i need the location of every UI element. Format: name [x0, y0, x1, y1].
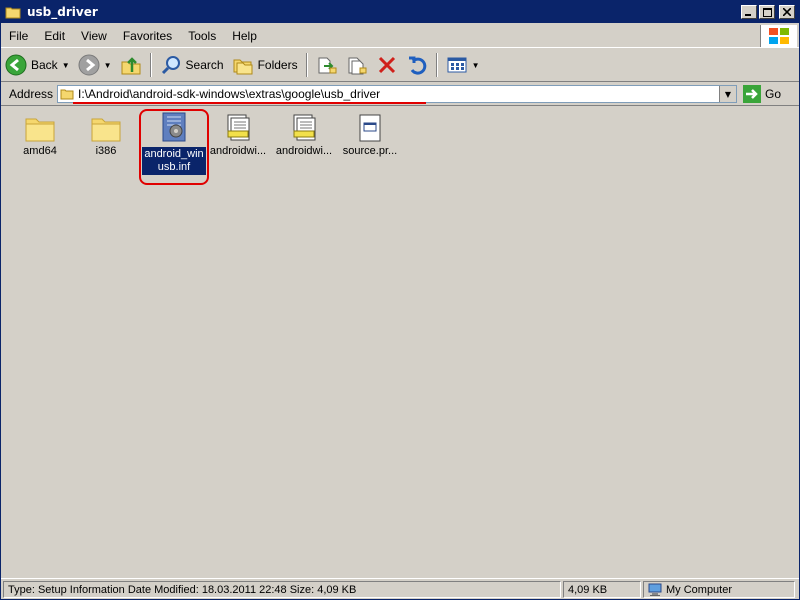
delete-button[interactable]	[372, 51, 402, 79]
file-item-amd64[interactable]: amd64	[5, 113, 75, 158]
menu-view[interactable]: View	[73, 29, 115, 43]
go-label: Go	[765, 87, 782, 101]
window-title: usb_driver	[27, 5, 98, 19]
address-label: Address	[9, 87, 54, 101]
up-folder-button[interactable]	[116, 51, 146, 79]
views-button[interactable]: ▼	[442, 51, 484, 79]
menu-edit[interactable]: Edit	[36, 29, 73, 43]
maximize-icon	[762, 7, 772, 17]
toolbar-separator	[149, 53, 152, 77]
address-input[interactable]: I:\Android\android-sdk-windows\extras\go…	[57, 85, 737, 104]
folders-button[interactable]: Folders	[228, 51, 302, 79]
folder-icon	[91, 118, 121, 142]
move-to-button[interactable]	[312, 51, 342, 79]
undo-icon	[408, 56, 426, 75]
file-name: i386	[95, 145, 117, 157]
address-bar: Address I:\Android\android-sdk-windows\e…	[1, 83, 799, 106]
menu-file[interactable]: File	[1, 29, 36, 43]
installer-icon	[227, 114, 250, 141]
menu-favorites[interactable]: Favorites	[115, 29, 180, 43]
folder-icon	[60, 89, 74, 100]
address-path: I:\Android\android-sdk-windows\extras\go…	[78, 87, 381, 101]
folder-icon	[5, 7, 21, 19]
toolbar-separator	[435, 53, 438, 77]
file-item-i386[interactable]: i386	[71, 113, 141, 158]
folders-icon	[233, 59, 253, 75]
back-dropdown-icon[interactable]: ▼	[62, 61, 70, 70]
copy-to-button[interactable]	[342, 51, 372, 79]
folders-label: Folders	[257, 58, 298, 72]
menu-tools[interactable]: Tools	[180, 29, 224, 43]
windows-logo-icon	[760, 25, 797, 47]
back-arrow-icon	[5, 54, 27, 76]
forward-dropdown-icon[interactable]: ▼	[104, 61, 112, 70]
delete-icon	[378, 56, 395, 74]
search-icon	[161, 56, 180, 75]
file-name-selected: android_win usb.inf	[142, 147, 206, 175]
forward-arrow-icon	[78, 54, 100, 76]
file-name: androidwi...	[275, 145, 333, 157]
go-arrow-icon	[743, 85, 761, 103]
up-folder-icon	[121, 57, 141, 75]
undo-button[interactable]	[402, 51, 432, 79]
minimize-button[interactable]	[741, 5, 757, 19]
toolbar-separator	[305, 53, 308, 77]
status-size: 4,09 KB	[563, 581, 641, 598]
close-button[interactable]	[779, 5, 795, 19]
go-button[interactable]: Go	[743, 85, 781, 103]
standard-toolbar: Back ▼ ▼ Search Folders ▼	[1, 49, 799, 82]
folder-icon	[25, 118, 55, 142]
search-label: Search	[185, 58, 224, 72]
status-zone: My Computer	[643, 581, 795, 598]
installer-icon	[293, 114, 316, 141]
move-to-icon	[318, 57, 337, 74]
computer-icon	[648, 583, 662, 596]
views-dropdown-icon[interactable]: ▼	[472, 61, 480, 70]
menu-help[interactable]: Help	[224, 29, 265, 43]
views-icon	[447, 57, 467, 73]
file-item-androidwi-2[interactable]: androidwi...	[269, 113, 339, 158]
minimize-icon	[745, 14, 751, 16]
back-button[interactable]: Back ▼	[1, 51, 74, 79]
file-name: source.pr...	[342, 145, 398, 157]
maximize-button[interactable]	[759, 5, 775, 19]
address-annotation-underline	[73, 102, 426, 104]
search-button[interactable]: Search	[156, 51, 228, 79]
status-zone-label: My Computer	[666, 583, 733, 596]
setup-info-icon	[162, 112, 186, 142]
menu-bar: File Edit View Favorites Tools Help	[1, 25, 799, 48]
status-info: Type: Setup Information Date Modified: 1…	[3, 581, 561, 598]
file-name: androidwi...	[209, 145, 267, 157]
address-dropdown-icon[interactable]: ▼	[719, 86, 736, 102]
status-bar: Type: Setup Information Date Modified: 1…	[1, 578, 799, 600]
file-name: amd64	[23, 145, 57, 157]
back-label: Back	[31, 58, 58, 72]
file-view[interactable]: amd64 i386 android_win usb.inf androidwi…	[3, 107, 799, 577]
copy-to-icon	[348, 57, 367, 75]
file-item-source-properties[interactable]: source.pr...	[335, 113, 405, 158]
close-icon	[783, 8, 791, 16]
file-item-androidwi-1[interactable]: androidwi...	[203, 113, 273, 158]
forward-button[interactable]: ▼	[74, 51, 116, 79]
explorer-window: usb_driver File Edit View Favorites Tool…	[0, 0, 800, 600]
title-bar[interactable]: usb_driver	[1, 1, 799, 23]
properties-file-icon	[359, 114, 381, 142]
file-item-android-winusb-inf[interactable]: android_win usb.inf	[139, 111, 209, 175]
